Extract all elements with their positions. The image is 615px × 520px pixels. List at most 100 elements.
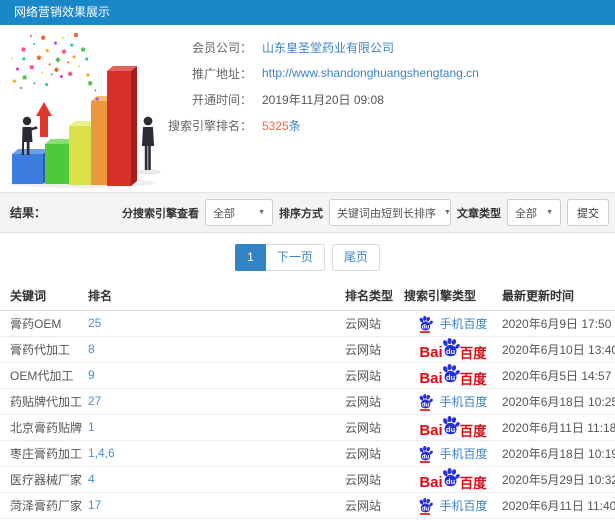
rank-type-cell: 云网站	[345, 440, 404, 467]
last-page-button[interactable]: 尾页	[331, 244, 380, 271]
engine-cell: Bai du 百度	[404, 466, 502, 493]
rank-link[interactable]: 1	[88, 420, 95, 434]
baidu-logo: Bai du 百度	[419, 416, 487, 438]
baidu-paw-icon: du	[420, 315, 434, 330]
updated-cell: 2020年6月11日 11:18	[502, 414, 615, 441]
window-title-bar: 网络营销效果展示	[0, 0, 615, 25]
engine-cell: du 手机百度	[404, 492, 502, 519]
submit-button[interactable]: 提交	[567, 199, 609, 226]
svg-text:du: du	[446, 347, 456, 356]
promo-url-link[interactable]: http://www.shandonghuangshengtang.cn	[262, 66, 479, 80]
rank-cell: 27	[88, 388, 345, 415]
updated-cell: 2020年6月18日 10:19	[502, 440, 615, 467]
updated-cell: 2020年6月18日 10:25	[502, 388, 615, 415]
field-member-company: 会员公司： 山东皇圣堂药业有限公司	[152, 34, 479, 60]
col-updated: 最新更新时间	[502, 282, 615, 311]
table-row: 枣庄膏药加工 1,4,6 云网站 du 手机百度 2020年6月18日 10:19	[0, 440, 615, 467]
rank-cell: 17	[88, 492, 345, 519]
keyword-cell: 药贴牌代加工	[0, 388, 88, 415]
table-row: 菏泽膏药厂家 17 云网站 du 手机百度 2020年6月11日 11:40	[0, 492, 615, 519]
rank-link[interactable]: 8	[88, 342, 95, 356]
results-table: 关键词 排名 排名类型 搜索引擎类型 最新更新时间 膏药OEM 25 云网站 du …	[0, 282, 615, 519]
chevron-down-icon: ▼	[258, 209, 265, 216]
svg-text:du: du	[422, 454, 430, 460]
keyword-cell: OEM代加工	[0, 362, 88, 389]
engine-cell: du 手机百度	[404, 310, 502, 337]
chevron-down-icon: ▼	[546, 209, 553, 216]
baidu-paw-icon: du	[418, 497, 434, 515]
ranking-count-value: 5325条	[262, 117, 301, 134]
article-type-select[interactable]: 全部 ▼	[507, 199, 561, 226]
company-info-section: 会员公司： 山东皇圣堂药业有限公司 推广地址： http://www.shand…	[0, 25, 615, 192]
col-rank-type: 排名类型	[345, 282, 404, 311]
baidu-paw-icon: du	[442, 416, 460, 435]
baidu-paw-icon: du	[418, 393, 434, 411]
confetti-dots	[10, 33, 99, 101]
baidu-logo: Bai du 百度	[419, 468, 487, 490]
baidu-paw-icon: du	[442, 338, 460, 357]
rank-link[interactable]: 1,4,6	[88, 446, 115, 460]
rank-cell: 8	[88, 336, 345, 363]
engine-cell: Bai du 百度	[404, 414, 502, 441]
table-row: OEM代加工 9 云网站 Bai du 百度 2020年6月5日 14:57	[0, 362, 615, 389]
rank-cell: 1	[88, 414, 345, 441]
member-company-label: 会员公司：	[191, 40, 252, 55]
keyword-cell: 北京膏药贴牌	[0, 414, 88, 441]
baidu-paw-icon: du	[442, 468, 460, 487]
mobile-baidu-badge: du 手机百度	[418, 445, 488, 463]
svg-text:du: du	[422, 506, 430, 512]
page-1-button[interactable]: 1	[235, 244, 266, 271]
updated-cell: 2020年6月10日 13:40	[502, 336, 615, 363]
company-fields: 会员公司： 山东皇圣堂药业有限公司 推广地址： http://www.shand…	[152, 34, 479, 138]
baidu-paw-icon: du	[420, 497, 434, 512]
baidu-paw-icon: du	[442, 364, 460, 383]
svg-text:du: du	[422, 324, 430, 330]
rank-link[interactable]: 27	[88, 394, 101, 408]
field-promo-url: 推广地址： http://www.shandonghuangshengtang.…	[152, 60, 479, 86]
svg-text:du: du	[446, 477, 456, 486]
rank-link[interactable]: 4	[88, 472, 95, 486]
rank-cell: 9	[88, 362, 345, 389]
baidu-paw-icon: du	[420, 393, 434, 408]
rank-type-cell: 云网站	[345, 310, 404, 337]
baidu-paw-icon: du	[418, 315, 434, 333]
keyword-cell: 膏药OEM	[0, 310, 88, 337]
svg-text:du: du	[422, 402, 430, 408]
ranking-count-label: 搜索引擎排名：	[167, 118, 252, 133]
next-page-button[interactable]: 下一页	[265, 244, 325, 271]
article-type-label: 文章类型	[457, 207, 501, 220]
rank-link[interactable]: 25	[88, 316, 101, 330]
updated-cell: 2020年6月5日 14:57	[502, 362, 615, 389]
mobile-baidu-badge: du 手机百度	[418, 393, 488, 411]
svg-text:du: du	[446, 425, 456, 434]
rank-type-cell: 云网站	[345, 414, 404, 441]
table-row: 膏药OEM 25 云网站 du 手机百度 2020年6月9日 17:50	[0, 310, 615, 337]
table-header-row: 关键词 排名 排名类型 搜索引擎类型 最新更新时间	[0, 282, 615, 311]
engine-filter-value: 全部	[213, 207, 235, 220]
rank-link[interactable]: 9	[88, 368, 95, 382]
member-company-link[interactable]: 山东皇圣堂药业有限公司	[262, 39, 394, 56]
sort-value: 关键词由短到长排序	[337, 207, 436, 220]
table-row: 药贴牌代加工 27 云网站 du 手机百度 2020年6月18日 10:25	[0, 388, 615, 415]
table-row: 膏药代加工 8 云网站 Bai du 百度 2020年6月10日 13:40	[0, 336, 615, 363]
engine-cell: du 手机百度	[404, 440, 502, 467]
baidu-paw-icon: du	[418, 445, 434, 463]
rank-cell: 25	[88, 310, 345, 337]
rank-link[interactable]: 17	[88, 498, 101, 512]
promo-url-label: 推广地址：	[191, 66, 252, 81]
rank-type-cell: 云网站	[345, 388, 404, 415]
rank-type-cell: 云网站	[345, 466, 404, 493]
engine-filter-select[interactable]: 全部 ▼	[205, 199, 273, 226]
sort-select[interactable]: 关键词由短到长排序 ▼	[329, 199, 451, 226]
keyword-cell: 枣庄膏药加工	[0, 440, 88, 467]
updated-cell: 2020年6月11日 11:40	[502, 492, 615, 519]
mobile-baidu-badge: du 手机百度	[418, 497, 488, 515]
table-row: 北京膏药贴牌 1 云网站 Bai du 百度 2020年6月11日 11:18	[0, 414, 615, 441]
article-type-value: 全部	[515, 207, 537, 220]
field-ranking-count: 搜索引擎排名： 5325条	[152, 112, 479, 138]
engine-filter-label: 分搜索引擎查看	[122, 207, 199, 220]
bar-red	[107, 66, 137, 186]
engine-cell: Bai du 百度	[404, 336, 502, 363]
engine-cell: du 手机百度	[404, 388, 502, 415]
updated-cell: 2020年5月29日 10:32	[502, 466, 615, 493]
